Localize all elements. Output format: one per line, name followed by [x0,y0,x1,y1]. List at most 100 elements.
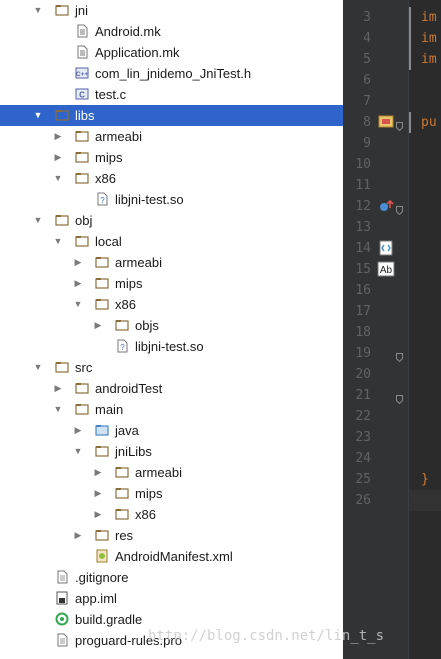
tree-item-armeabi[interactable]: ▶ armeabi [0,462,343,483]
tree-item-jni[interactable]: ▼ jni [0,0,343,21]
line-number: 22 [355,409,371,424]
fold-guide [409,112,411,133]
chevron-right-icon[interactable]: ▶ [72,273,84,294]
svg-text:Ab: Ab [380,265,393,276]
code-line[interactable]: } [421,469,429,490]
chevron-right-icon[interactable]: ▶ [92,483,104,504]
tree-item-label: armeabi [115,255,162,270]
tree-item-main[interactable]: ▼ main [0,399,343,420]
tree-item-local[interactable]: ▼ local [0,231,343,252]
fold-marker-icon[interactable] [396,202,403,216]
folder-icon [115,507,129,521]
line-number: 18 [355,325,371,340]
chevron-right-icon[interactable]: ▶ [52,147,64,168]
tree-item-x86[interactable]: ▼ x86 [0,294,343,315]
tree-item-armeabi[interactable]: ▶ armeabi [0,126,343,147]
chevron-right-icon[interactable]: ▶ [52,378,64,399]
code-line[interactable]: im [421,49,437,70]
tree-item--gitignore[interactable]: .gitignore [0,567,343,588]
tree-item-java[interactable]: ▶ java [0,420,343,441]
chevron-down-icon[interactable]: ▼ [72,294,84,315]
tree-item-label: libjni-test.so [115,192,184,207]
string-resource-icon[interactable]: Ab [377,260,395,278]
chevron-right-icon[interactable]: ▶ [92,315,104,336]
override-gutter-icon[interactable] [377,197,395,215]
class-gutter-icon[interactable] [377,113,395,131]
chevron-right-icon[interactable]: ▶ [72,252,84,273]
chevron-down-icon[interactable]: ▼ [32,210,44,231]
tree-item-objs[interactable]: ▶ objs [0,315,343,336]
chevron-down-icon[interactable]: ▼ [52,399,64,420]
tree-item-android-mk[interactable]: Android.mk [0,21,343,42]
tree-item-label: com_lin_jnidemo_JniTest.h [95,66,252,81]
chevron-down-icon[interactable]: ▼ [52,231,64,252]
tree-item-x86[interactable]: ▼ x86 [0,168,343,189]
tree-item-label: mips [135,486,163,501]
code-line[interactable]: pu [421,112,437,133]
tree-item-mips[interactable]: ▶ mips [0,483,343,504]
chevron-right-icon[interactable]: ▶ [72,420,84,441]
tree-item-armeabi[interactable]: ▶ armeabi [0,252,343,273]
chevron-down-icon[interactable]: ▼ [52,168,64,189]
folder-icon [55,3,69,17]
line-number: 20 [355,367,371,382]
chevron-down-icon[interactable]: ▼ [32,0,44,21]
line-number: 5 [363,52,371,67]
chevron-right-icon[interactable]: ▶ [92,504,104,525]
tree-item-app-iml[interactable]: app.iml [0,588,343,609]
folder-icon [55,108,69,122]
tree-item-com-lin-jnidemo-jnitest-h[interactable]: C++ com_lin_jnidemo_JniTest.h [0,63,343,84]
tree-item-x86[interactable]: ▶ x86 [0,504,343,525]
line-number: 21 [355,388,371,403]
chevron-down-icon[interactable]: ▼ [72,441,84,462]
folder-icon [95,255,109,269]
chevron-right-icon[interactable]: ▶ [92,462,104,483]
line-number: 24 [355,451,371,466]
tree-item-label: AndroidManifest.xml [115,549,233,564]
code-line[interactable]: im [421,7,437,28]
chevron-down-icon[interactable]: ▼ [32,105,44,126]
folder-icon [75,381,89,395]
tree-item-label: .gitignore [75,570,129,585]
chevron-down-icon[interactable]: ▼ [32,357,44,378]
tree-item-androidmanifest-xml[interactable]: AndroidManifest.xml [0,546,343,567]
tree-item-mips[interactable]: ▶ mips [0,273,343,294]
fold-marker-icon[interactable] [396,349,403,363]
fold-marker-icon[interactable] [396,391,403,405]
line-number: 7 [363,94,371,109]
folder-icon [115,318,129,332]
tree-item-libjni-test-so[interactable]: ? libjni-test.so [0,336,343,357]
line-number: 9 [363,136,371,151]
folder-icon [55,213,69,227]
tree-item-label: x86 [95,171,116,186]
source-folder-icon [95,423,109,437]
tree-item-application-mk[interactable]: Application.mk [0,42,343,63]
tree-item-src[interactable]: ▼ src [0,357,343,378]
code-line[interactable]: im [421,28,437,49]
line-number: 12 [355,199,371,214]
tree-item-jnilibs[interactable]: ▼ jniLibs [0,441,343,462]
tree-item-androidtest[interactable]: ▶ androidTest [0,378,343,399]
folder-icon [95,297,109,311]
tree-item-label: mips [115,276,143,291]
tree-item-label: armeabi [95,129,142,144]
code-editor[interactable]: 3 4 5 6 7 8 9 10 11 12 13 14 15 16 17 18 19 20 21 22 23 24 25 2… [343,0,441,659]
tree-item-build-gradle[interactable]: build.gradle [0,609,343,630]
fold-marker-icon[interactable] [396,118,403,132]
tree-item-obj[interactable]: ▼ obj [0,210,343,231]
chevron-right-icon[interactable]: ▶ [72,525,84,546]
tree-item-label: libjni-test.so [135,339,204,354]
tree-item-res[interactable]: ▶ res [0,525,343,546]
chevron-right-icon[interactable]: ▶ [52,126,64,147]
line-number: 4 [363,31,371,46]
tree-item-mips[interactable]: ▶ mips [0,147,343,168]
line-number: 10 [355,157,371,172]
tree-item-libjni-test-so[interactable]: ? libjni-test.so [0,189,343,210]
native-method-icon[interactable] [377,239,395,257]
makefile-icon [75,24,89,38]
tree-item-test-c[interactable]: Ctest.c [0,84,343,105]
tree-item-label: Android.mk [95,24,161,39]
tree-item-label: libs [75,108,95,123]
line-number: 11 [355,178,371,193]
tree-item-libs[interactable]: ▼ libs [0,105,343,126]
